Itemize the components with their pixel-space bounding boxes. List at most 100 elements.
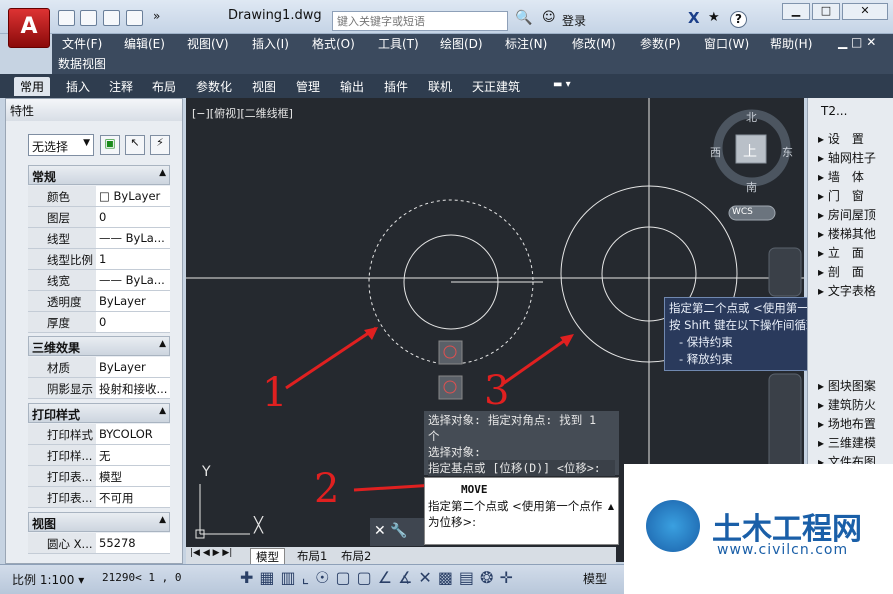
prop-value[interactable]: BYCOLOR	[96, 424, 170, 444]
exchange-star-icon[interactable]: ★	[708, 10, 720, 25]
prop-row-linetype[interactable]: 线型 —— ByLa...	[28, 228, 170, 249]
tab-insert[interactable]: 插入	[60, 77, 96, 96]
menu-parametric[interactable]: 参数(P)	[640, 35, 681, 52]
exchange-icon[interactable]: X	[688, 9, 700, 27]
prop-value-lineweight[interactable]: —— ByLa...	[96, 270, 170, 290]
viewcube-south[interactable]: 南	[746, 179, 757, 195]
section-general[interactable]: 常规 ▲	[28, 165, 170, 185]
toggle-pickadd-icon[interactable]: ▣	[100, 135, 120, 155]
palette-item[interactable]: ▸ 房间屋顶	[818, 206, 876, 223]
palette-item[interactable]: ▸ 图块图案	[818, 377, 876, 394]
viewcube-west[interactable]: 西	[710, 144, 721, 160]
palette-item[interactable]: ▸ 立 面	[818, 244, 864, 261]
grip-icon[interactable]	[438, 340, 463, 365]
prop-row-plot-table-attached[interactable]: 打印表... 模型	[28, 466, 170, 487]
palette-item[interactable]: ▸ 设 置	[818, 130, 864, 147]
menu-view[interactable]: 视图(V)	[187, 35, 229, 52]
prop-value[interactable]: 0	[96, 312, 170, 332]
tab-plugins[interactable]: 插件	[378, 77, 414, 96]
section-plot-style[interactable]: 打印样式 ▲	[28, 403, 170, 423]
palette-item[interactable]: ▸ 楼梯其他	[818, 225, 876, 242]
section-view[interactable]: 视图 ▲	[28, 512, 170, 532]
menu-tools[interactable]: 工具(T)	[378, 35, 419, 52]
minimize-button[interactable]: ▁	[782, 3, 810, 20]
tab-online[interactable]: 联机	[422, 77, 458, 96]
prop-row-shadow[interactable]: 阴影显示 投射和接收...	[28, 378, 170, 399]
palette-item[interactable]: ▸ 场地布置	[818, 415, 876, 432]
menu-help[interactable]: 帮助(H)	[770, 35, 812, 52]
mdi-window-controls[interactable]: ▁ □ ✕	[838, 35, 876, 49]
tab-layout1[interactable]: 布局1	[292, 548, 332, 564]
prop-row-plotstyle[interactable]: 打印样式 BYCOLOR	[28, 424, 170, 445]
prop-row-plotstyle-table[interactable]: 打印样... 无	[28, 445, 170, 466]
qat-overflow-icon[interactable]: »	[153, 9, 160, 23]
selection-dropdown[interactable]: 无选择 ▼	[28, 134, 94, 156]
prop-row-plot-table-type[interactable]: 打印表... 不可用	[28, 487, 170, 508]
tab-annotate[interactable]: 注释	[103, 77, 139, 96]
prop-value[interactable]: 投射和接收...	[96, 378, 170, 398]
palette-item[interactable]: ▸ 门 窗	[818, 187, 864, 204]
prop-row-linetype-scale[interactable]: 线型比例 1	[28, 249, 170, 270]
palette-item[interactable]: ▸ 建筑防火	[818, 396, 876, 413]
drafting-toggle-icons[interactable]: ✚▦▥⌞☉▢▢∠∡✕▩▤❂✛	[240, 568, 519, 587]
scroll-up-icon[interactable]: ▲	[608, 502, 614, 511]
tab-manage[interactable]: 管理	[290, 77, 326, 96]
prop-value[interactable]: ByLayer	[96, 357, 170, 377]
prop-value[interactable]: 1	[96, 249, 170, 269]
viewcube-east[interactable]: 东	[782, 144, 793, 160]
menu-insert[interactable]: 插入(I)	[252, 35, 289, 52]
new-file-icon[interactable]	[58, 10, 75, 26]
tab-layout[interactable]: 布局	[146, 77, 182, 96]
binoculars-icon[interactable]: 🔍	[515, 10, 532, 26]
save-icon[interactable]	[103, 10, 120, 26]
prop-value[interactable]: 55278	[96, 533, 170, 553]
help-icon[interactable]: ?	[730, 11, 747, 28]
menu-file[interactable]: 文件(F)	[62, 35, 102, 52]
viewcube-north[interactable]: 北	[746, 109, 757, 125]
application-menu-button[interactable]: A	[8, 8, 50, 48]
model-space-button[interactable]: 模型	[583, 570, 607, 587]
viewport-controls-label[interactable]: [−][俯视][二维线框]	[192, 105, 293, 121]
menu-dimension[interactable]: 标注(N)	[505, 35, 547, 52]
quick-select-icon[interactable]: ⚡	[150, 135, 170, 155]
prop-row-thickness[interactable]: 厚度 0	[28, 312, 170, 333]
tab-home[interactable]: 常用	[14, 77, 51, 96]
palette-item[interactable]: ▸ 轴网柱子	[818, 149, 876, 166]
restore-button[interactable]: □	[812, 3, 840, 20]
close-icon[interactable]: ✕	[374, 523, 386, 539]
prop-value-color[interactable]: □ ByLayer	[96, 186, 170, 206]
layout-nav-icon[interactable]: |◀ ◀ ▶ ▶|	[190, 548, 232, 558]
prop-row-transparency[interactable]: 透明度 ByLayer	[28, 291, 170, 312]
menu-format[interactable]: 格式(O)	[312, 35, 355, 52]
prop-value-linetype[interactable]: —— ByLa...	[96, 228, 170, 248]
menu-window[interactable]: 窗口(W)	[704, 35, 749, 52]
prop-value[interactable]: 模型	[96, 466, 170, 486]
ribbon-minimize-icon[interactable]: ▬ ▾	[553, 79, 571, 90]
prop-row-material[interactable]: 材质 ByLayer	[28, 357, 170, 378]
menu-edit[interactable]: 编辑(E)	[124, 35, 165, 52]
palette-item[interactable]: ▸ 剖 面	[818, 263, 864, 280]
prop-value[interactable]: 无	[96, 445, 170, 465]
prop-value[interactable]: ByLayer	[96, 291, 170, 311]
prop-row-color[interactable]: 颜色 □ ByLayer	[28, 186, 170, 207]
close-button[interactable]: ✕	[842, 3, 888, 20]
navbar-wheel-icon[interactable]	[768, 247, 802, 297]
wrench-icon[interactable]: 🔧	[390, 523, 407, 539]
prop-value[interactable]: 不可用	[96, 487, 170, 507]
menu-draw[interactable]: 绘图(D)	[440, 35, 483, 52]
login-link[interactable]: 登录	[562, 12, 586, 29]
command-line-input[interactable]: MOVE 指定第二个点或 <使用第一个点作为位移>: ▲	[424, 477, 619, 545]
prop-row-lineweight[interactable]: 线宽 —— ByLa...	[28, 270, 170, 291]
tab-tangent[interactable]: 天正建筑	[466, 77, 526, 96]
tab-parametric[interactable]: 参数化	[190, 77, 238, 96]
navbar-tools[interactable]	[768, 373, 802, 471]
prop-value[interactable]: 0	[96, 207, 170, 227]
palette-item[interactable]: ▸ 文字表格	[818, 282, 876, 299]
select-objects-icon[interactable]: ↖	[125, 135, 145, 155]
palette-item[interactable]: ▸ 墙 体	[818, 168, 864, 185]
annotation-scale[interactable]: 比例 1:100 ▾	[12, 571, 84, 588]
tab-layout2[interactable]: 布局2	[336, 548, 376, 564]
tab-output[interactable]: 输出	[334, 77, 370, 96]
grip-icon[interactable]	[438, 375, 463, 400]
menu-data-view[interactable]: 数据视图	[58, 55, 106, 72]
